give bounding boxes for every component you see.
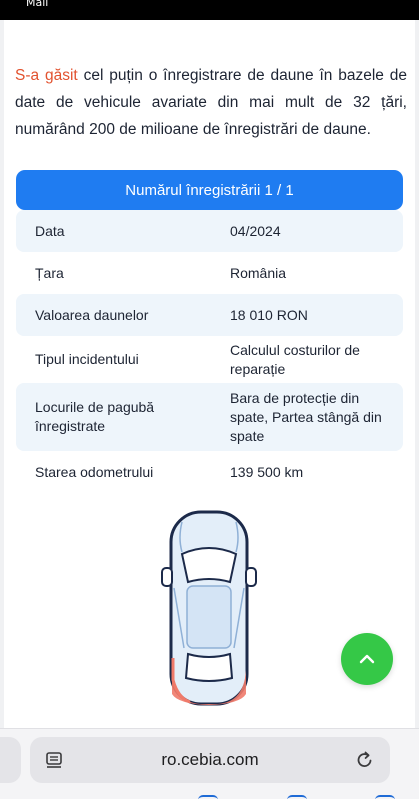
share-hint: [287, 795, 307, 799]
mirror-right: [245, 567, 257, 587]
row-key: Valoarea daunelor: [35, 306, 149, 323]
row-key: Țara: [35, 264, 64, 281]
page-edge-right: [415, 20, 419, 728]
row-key: Locurile de pagubă înregistrate: [35, 399, 155, 434]
row-value: Calculul costurilor de reparație: [230, 341, 360, 377]
roof: [186, 585, 232, 649]
back-to-app-label[interactable]: Mail: [26, 0, 48, 9]
chevron-up-icon: [359, 654, 375, 664]
page-edge-left: [0, 20, 4, 728]
intro-paragraph: S-a găsit cel puțin o înregistrare de da…: [15, 62, 407, 143]
table-row-date: Data 04/2024: [16, 210, 403, 252]
rear-window: [184, 652, 234, 682]
url-text[interactable]: ro.cebia.com: [30, 737, 390, 783]
page-content[interactable]: S-a găsit cel puțin o înregistrare de da…: [0, 20, 419, 728]
back-arrow-hint: [198, 795, 218, 799]
row-key: Tipul incidentului: [35, 351, 139, 367]
table-row-incident-type: Tipul incidentului Calculul costurilor d…: [16, 336, 403, 383]
record-details-table: Data 04/2024 Țara România Valoarea daune…: [16, 210, 403, 493]
tabs-hint: [375, 795, 395, 799]
table-row-damage-locations: Locurile de pagubă înregistrate Bara de …: [16, 383, 403, 451]
scroll-to-top-button[interactable]: [341, 633, 393, 685]
windshield: [180, 547, 238, 584]
record-number-header: Numărul înregistrării 1 / 1: [16, 170, 403, 210]
reload-icon[interactable]: [355, 750, 375, 770]
row-key: Starea odometrului: [35, 463, 154, 480]
car-damage-diagram: [161, 510, 257, 706]
row-value: 139 500 km: [230, 463, 304, 480]
intro-highlight: S-a găsit: [15, 67, 78, 84]
row-value: România: [230, 264, 287, 281]
status-bar: Mail: [0, 0, 419, 20]
mirror-left: [161, 567, 173, 587]
previous-tab-preview[interactable]: [0, 737, 21, 783]
row-key: Data: [35, 222, 65, 239]
row-value: 04/2024: [230, 222, 281, 239]
row-value: Bara de protecție din spate, Partea stân…: [230, 389, 382, 444]
table-row-odometer: Starea odometrului 139 500 km: [16, 451, 403, 493]
table-row-country: Țara România: [16, 252, 403, 294]
address-bar[interactable]: ro.cebia.com: [30, 737, 390, 783]
table-row-damage-value: Valoarea daunelor 18 010 RON: [16, 294, 403, 336]
row-value: 18 010 RON: [230, 306, 308, 323]
browser-toolbar: ro.cebia.com: [0, 728, 419, 799]
